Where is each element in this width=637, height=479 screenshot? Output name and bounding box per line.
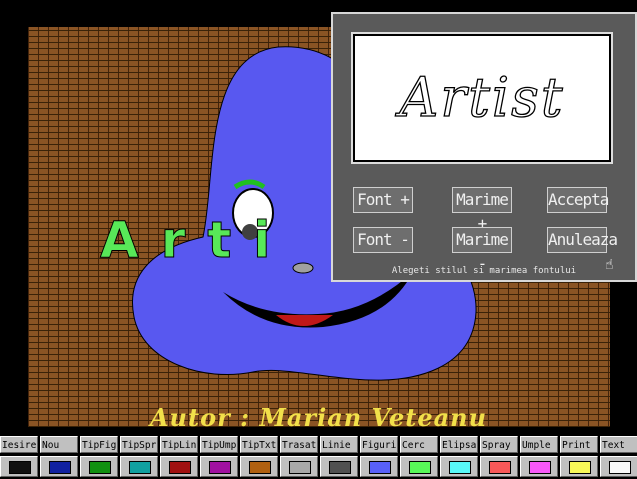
color-swatch[interactable] <box>320 456 358 477</box>
color-swatch[interactable] <box>440 456 478 477</box>
cancel-button[interactable]: Anuleaza <box>547 227 618 253</box>
tool-button[interactable]: TipFig <box>80 436 118 453</box>
color-chip <box>49 461 71 474</box>
tool-button[interactable]: Linie <box>320 436 358 453</box>
color-swatch[interactable] <box>520 456 558 477</box>
color-chip <box>169 461 191 474</box>
author-caption: Autor : Marian Veteanu <box>0 400 637 436</box>
tool-button[interactable]: Iesire <box>0 436 38 453</box>
tool-button[interactable]: TipUmp <box>200 436 238 453</box>
author-text: Autor : Marian Veteanu <box>149 403 488 432</box>
color-chip <box>409 461 431 474</box>
tool-button[interactable]: Figuri <box>360 436 398 453</box>
color-swatch[interactable] <box>80 456 118 477</box>
color-swatch[interactable] <box>480 456 518 477</box>
color-chip <box>369 461 391 474</box>
font-dialog: Artist Font + Marime + Accepta Font - Ma… <box>331 12 637 282</box>
color-swatch[interactable] <box>560 456 598 477</box>
tool-button[interactable]: TipTxt <box>240 436 278 453</box>
artwork-text: Arti <box>100 211 292 269</box>
color-chip <box>609 461 631 474</box>
tool-button[interactable]: Spray <box>480 436 518 453</box>
tool-iesire: Iesire <box>0 436 39 478</box>
preview-text: Artist <box>399 65 565 129</box>
color-swatch[interactable] <box>400 456 438 477</box>
tool-button[interactable]: Print <box>560 436 598 453</box>
color-swatch[interactable] <box>200 456 238 477</box>
tool-button[interactable]: TipLin <box>160 436 198 453</box>
tool-spray: Spray <box>480 436 519 478</box>
color-swatch[interactable] <box>120 456 158 477</box>
color-swatch[interactable] <box>0 456 38 477</box>
font-minus-button[interactable]: Font - <box>353 227 413 253</box>
color-chip <box>9 461 31 474</box>
tool-button[interactable]: Trasat <box>280 436 318 453</box>
tool-tiplin: TipLin <box>160 436 199 478</box>
nose <box>292 262 314 274</box>
tool-tipfig: TipFig <box>80 436 119 478</box>
color-chip <box>129 461 151 474</box>
color-swatch[interactable] <box>360 456 398 477</box>
tool-tiptxt: TipTxt <box>240 436 279 478</box>
color-swatch[interactable] <box>280 456 318 477</box>
size-minus-button[interactable]: Marime - <box>452 227 512 273</box>
font-plus-button[interactable]: Font + <box>353 187 413 213</box>
color-swatch[interactable] <box>600 456 637 477</box>
tool-print: Print <box>560 436 599 478</box>
color-chip <box>209 461 231 474</box>
hand-cursor-icon: ☝ <box>605 257 614 273</box>
color-chip <box>529 461 551 474</box>
accept-button[interactable]: Accepta <box>547 187 609 213</box>
color-chip <box>89 461 111 474</box>
tool-text: Text <box>600 436 637 478</box>
tool-button[interactable]: Umple <box>520 436 558 453</box>
tool-figuri: Figuri <box>360 436 399 478</box>
color-chip <box>249 461 271 474</box>
color-chip <box>289 461 311 474</box>
color-chip <box>489 461 511 474</box>
color-swatch[interactable] <box>240 456 278 477</box>
tool-linie: Linie <box>320 436 359 478</box>
tool-tipump: TipUmp <box>200 436 239 478</box>
tool-tipspr: TipSpr <box>120 436 159 478</box>
tool-trasat: Trasat <box>280 436 319 478</box>
tool-cerc: Cerc <box>400 436 439 478</box>
toolbar: Iesire Nou TipFig TipSpr TipLin TipUmp TipTxt T… <box>0 436 637 479</box>
tool-button[interactable]: Elipsa <box>440 436 478 453</box>
color-swatch[interactable] <box>40 456 78 477</box>
color-chip <box>569 461 591 474</box>
tool-umple: Umple <box>520 436 559 478</box>
dialog-hint: Alegeti stilul si marimea fontului <box>391 266 577 276</box>
color-chip <box>329 461 351 474</box>
size-plus-button[interactable]: Marime + <box>452 187 512 233</box>
tool-button[interactable]: TipSpr <box>120 436 158 453</box>
tool-nou: Nou <box>40 436 79 478</box>
color-chip <box>449 461 471 474</box>
color-swatch[interactable] <box>160 456 198 477</box>
font-preview: Artist <box>351 32 613 164</box>
tool-elipsa: Elipsa <box>440 436 479 478</box>
tool-button[interactable]: Cerc <box>400 436 438 453</box>
tool-button[interactable]: Nou <box>40 436 78 453</box>
tool-button[interactable]: Text <box>600 436 637 453</box>
